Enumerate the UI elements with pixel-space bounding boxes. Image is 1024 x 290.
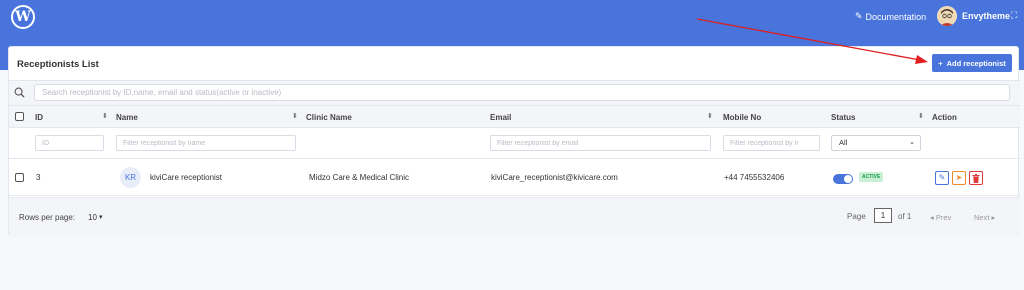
documentation-link[interactable]: ✎ Documentation xyxy=(855,11,926,22)
filter-status-value: All xyxy=(839,138,848,147)
row-email: kiviCare_receptionist@kivicare.com xyxy=(491,173,618,182)
sort-name-icon[interactable]: ⬍ xyxy=(292,112,298,120)
filter-row: All ⌄ xyxy=(9,129,1020,159)
page-label: Page xyxy=(847,212,866,221)
add-receptionist-button[interactable]: + Add receptionist xyxy=(932,54,1012,72)
row-clinic: Midzo Care & Medical Clinic xyxy=(309,173,410,182)
delete-button[interactable] xyxy=(969,171,983,185)
user-avatar[interactable] xyxy=(937,6,957,26)
column-header-email[interactable]: Email xyxy=(490,113,511,122)
edit-button[interactable]: ✎ xyxy=(935,171,949,185)
filter-status-select[interactable]: All ⌄ xyxy=(831,135,921,151)
filter-email-input[interactable] xyxy=(490,135,711,151)
sort-status-icon[interactable]: ⬍ xyxy=(918,112,924,120)
row-id: 3 xyxy=(36,173,41,182)
column-header-name[interactable]: Name xyxy=(116,113,138,122)
chevron-down-icon: ⌄ xyxy=(909,139,915,146)
wordpress-logo-icon[interactable]: W xyxy=(11,5,35,29)
chevron-right-icon: ▸ xyxy=(991,213,996,222)
row-mobile: +44 7455532406 xyxy=(724,173,785,182)
chevron-down-icon[interactable]: ▾ xyxy=(99,213,103,221)
expand-icon[interactable]: ⛶ xyxy=(1011,10,1017,21)
search-bar xyxy=(9,81,1020,105)
page-total: of 1 xyxy=(898,212,912,221)
trash-icon xyxy=(972,174,980,183)
external-edit-icon: ✎ xyxy=(855,11,863,21)
prev-page-button[interactable]: ◂ Prev xyxy=(930,213,951,222)
status-badge: ACTIVE xyxy=(859,172,884,182)
add-receptionist-label: Add receptionist xyxy=(946,58,1006,68)
prev-label: Prev xyxy=(935,213,952,222)
status-toggle[interactable] xyxy=(833,174,853,184)
row-name: kiviCare receptionist xyxy=(150,173,223,182)
user-name[interactable]: Envytheme xyxy=(962,11,1010,21)
page-number-input[interactable]: 1 xyxy=(874,208,892,223)
receptionists-card: Receptionists List + Add receptionist ID… xyxy=(8,46,1020,237)
toggle-knob xyxy=(844,175,852,183)
column-header-status[interactable]: Status xyxy=(831,113,855,122)
plus-icon: + xyxy=(938,58,943,68)
filter-mobile-input[interactable] xyxy=(723,135,820,151)
receptionist-avatar: KR xyxy=(120,167,141,188)
sort-email-icon[interactable]: ⬍ xyxy=(707,112,713,120)
column-header-mobile[interactable]: Mobile No xyxy=(723,113,761,122)
documentation-label: Documentation xyxy=(865,11,927,22)
rows-per-page-select[interactable]: 10 xyxy=(88,213,97,222)
select-all-checkbox[interactable] xyxy=(15,112,24,121)
search-icon xyxy=(14,87,25,98)
table-header: ID ⬍ Name ⬍ Clinic Name Email ⬍ Mobile N… xyxy=(9,105,1020,128)
column-header-clinic[interactable]: Clinic Name xyxy=(306,113,352,122)
filter-id-input[interactable] xyxy=(35,135,104,151)
sort-id-icon[interactable]: ⬍ xyxy=(102,112,108,120)
pencil-icon: ✎ xyxy=(938,173,946,182)
table-row[interactable]: 3 KR kiviCare receptionist Midzo Care & … xyxy=(9,159,1020,196)
column-header-id[interactable]: ID xyxy=(35,113,43,122)
next-page-button[interactable]: Next ▸ xyxy=(974,213,995,222)
table-footer: Rows per page: 10 ▾ Page 1 of 1 ◂ Prev N… xyxy=(9,197,1020,237)
page-title: Receptionists List xyxy=(17,59,99,70)
rows-per-page-label: Rows per page: xyxy=(19,213,76,222)
search-input[interactable] xyxy=(34,84,1010,101)
row-checkbox[interactable] xyxy=(15,173,24,182)
resend-credentials-button[interactable]: ➤ xyxy=(952,171,966,185)
filter-name-input[interactable] xyxy=(116,135,296,151)
send-icon: ➤ xyxy=(955,173,963,182)
chevron-left-icon: ◂ xyxy=(930,213,934,222)
column-header-action: Action xyxy=(932,113,957,122)
user-avatar-icon xyxy=(937,6,957,26)
next-label: Next xyxy=(974,213,990,222)
